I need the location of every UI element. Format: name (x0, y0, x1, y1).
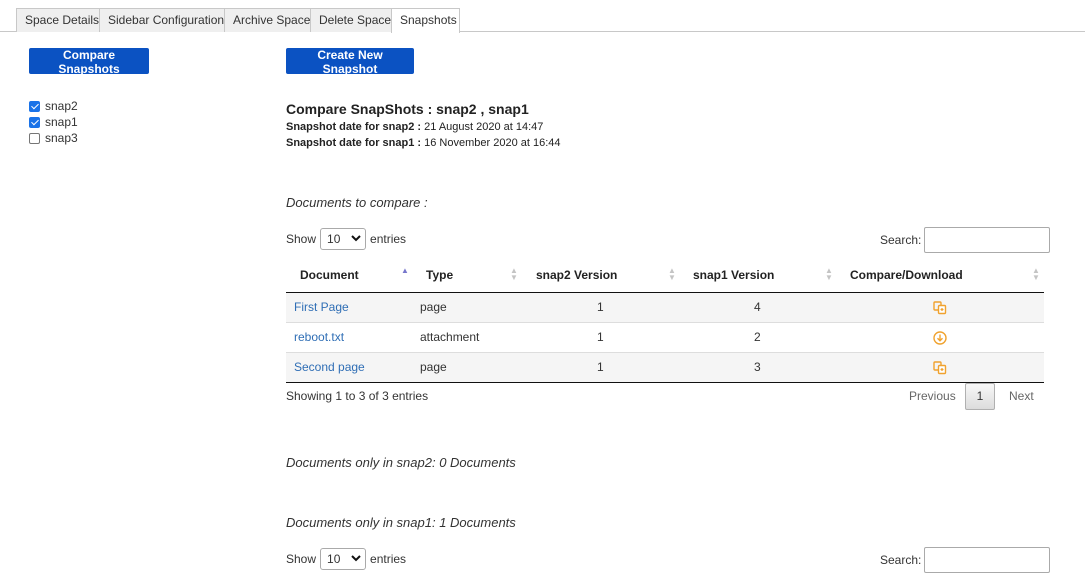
search-label: Search: (880, 233, 922, 247)
entries-label: entries (370, 232, 407, 246)
compare-icon[interactable] (933, 361, 947, 375)
column-header-type[interactable]: Type (426, 263, 453, 292)
documents-to-compare-heading: Documents to compare : (286, 195, 428, 210)
entries-select[interactable]: 10 (320, 228, 367, 252)
document-link[interactable]: Second page (294, 353, 365, 382)
document-link[interactable]: First Page (294, 293, 349, 322)
search-label: Search: (880, 553, 922, 567)
snap1-date: Snapshot date for snap1 : 16 November 20… (286, 137, 561, 149)
entries-value: 10 (327, 552, 341, 566)
column-header-compare-download[interactable]: Compare/Download (850, 263, 963, 292)
table-search-2: Search: (880, 547, 1051, 573)
tab-delete-space[interactable]: Delete Space (310, 8, 392, 32)
table-header: Document ▲ Type ▲ ▼ snap2 Version ▲ ▼ snap… (286, 263, 1044, 293)
column-header-snap1-version[interactable]: snap1 Version (693, 263, 774, 292)
snap1-version: 3 (754, 360, 761, 374)
snap1-version: 2 (754, 330, 761, 344)
chevron-down-icon (351, 231, 361, 252)
snapshot-label: snap1 (45, 115, 78, 129)
download-icon[interactable] (933, 331, 947, 345)
snapshot-label: snap2 (45, 99, 78, 113)
snapshot-option-snap2[interactable]: snap2 (29, 99, 78, 113)
compare-icon[interactable] (933, 301, 947, 315)
snap2-date: Snapshot date for snap2 : 21 August 2020… (286, 121, 543, 133)
documents-table: Document ▲ Type ▲ ▼ snap2 Version ▲ ▼ snap… (286, 263, 1044, 383)
sort-icon: ▲ ▼ (825, 266, 833, 282)
snap2-version: 1 (597, 330, 604, 344)
create-new-snapshot-button[interactable]: Create New Snapshot (286, 48, 414, 76)
snap1-version: 4 (754, 300, 761, 314)
table-row: First Page page 1 4 (286, 293, 1044, 323)
snap2-version: 1 (597, 300, 604, 314)
previous-page-button[interactable]: Previous (909, 383, 956, 410)
sort-asc-icon: ▲ (401, 266, 409, 275)
table-row: reboot.txt attachment 1 2 (286, 323, 1044, 353)
sort-icon: ▲ ▼ (668, 266, 676, 282)
show-label: Show (286, 552, 317, 566)
tab-bar: Space Details Sidebar Configuration Arch… (0, 0, 1085, 33)
document-type: page (420, 300, 447, 314)
tab-archive-space[interactable]: Archive Space (224, 8, 311, 32)
snap2-date-label: Snapshot date for snap2 : (286, 121, 422, 133)
snapshot-option-snap3[interactable]: snap3 (29, 131, 78, 145)
document-type: page (420, 360, 447, 374)
tab-snapshots[interactable]: Snapshots (391, 8, 460, 33)
show-label: Show (286, 232, 317, 246)
page-1-button[interactable]: 1 (965, 383, 995, 410)
snapshot-label: snap3 (45, 131, 78, 145)
next-page-button[interactable]: Next (1009, 383, 1034, 410)
entries-length-control: Show 10 entries (286, 228, 406, 250)
table-search: Search: (880, 227, 1051, 253)
chevron-down-icon (351, 551, 361, 572)
document-link[interactable]: reboot.txt (294, 323, 344, 352)
tab-sidebar-configuration[interactable]: Sidebar Configuration (99, 8, 225, 32)
table-info: Showing 1 to 3 of 3 entries (286, 389, 429, 403)
column-header-snap2-version[interactable]: snap2 Version (536, 263, 617, 292)
compare-title: Compare SnapShots : snap2 , snap1 (286, 101, 529, 117)
snap2-version: 1 (597, 360, 604, 374)
sort-icon: ▲ ▼ (510, 266, 518, 282)
snap1-date-label: Snapshot date for snap1 : (286, 137, 422, 149)
document-type: attachment (420, 330, 480, 344)
entries-label: entries (370, 552, 407, 566)
entries-select[interactable]: 10 (320, 548, 367, 572)
tab-space-details[interactable]: Space Details (16, 8, 100, 32)
search-input[interactable] (924, 227, 1051, 253)
entries-length-control-2: Show 10 entries (286, 548, 406, 570)
compare-snapshots-button[interactable]: Compare Snapshots (29, 48, 149, 76)
table-row: Second page page 1 3 (286, 353, 1044, 383)
only-in-snap1-heading: Documents only in snap1: 1 Documents (286, 515, 516, 530)
snap2-date-value: 21 August 2020 at 14:47 (424, 121, 544, 133)
search-input[interactable] (924, 547, 1051, 573)
sort-icon: ▲ ▼ (1032, 266, 1040, 282)
snap3-checkbox[interactable] (29, 132, 40, 144)
entries-value: 10 (327, 232, 341, 246)
snap1-date-value: 16 November 2020 at 16:44 (424, 137, 561, 149)
snap2-checkbox[interactable] (29, 100, 40, 112)
column-header-document[interactable]: Document (300, 263, 359, 292)
snapshot-option-snap1[interactable]: snap1 (29, 115, 78, 129)
only-in-snap2-heading: Documents only in snap2: 0 Documents (286, 455, 516, 470)
snap1-checkbox[interactable] (29, 116, 40, 128)
